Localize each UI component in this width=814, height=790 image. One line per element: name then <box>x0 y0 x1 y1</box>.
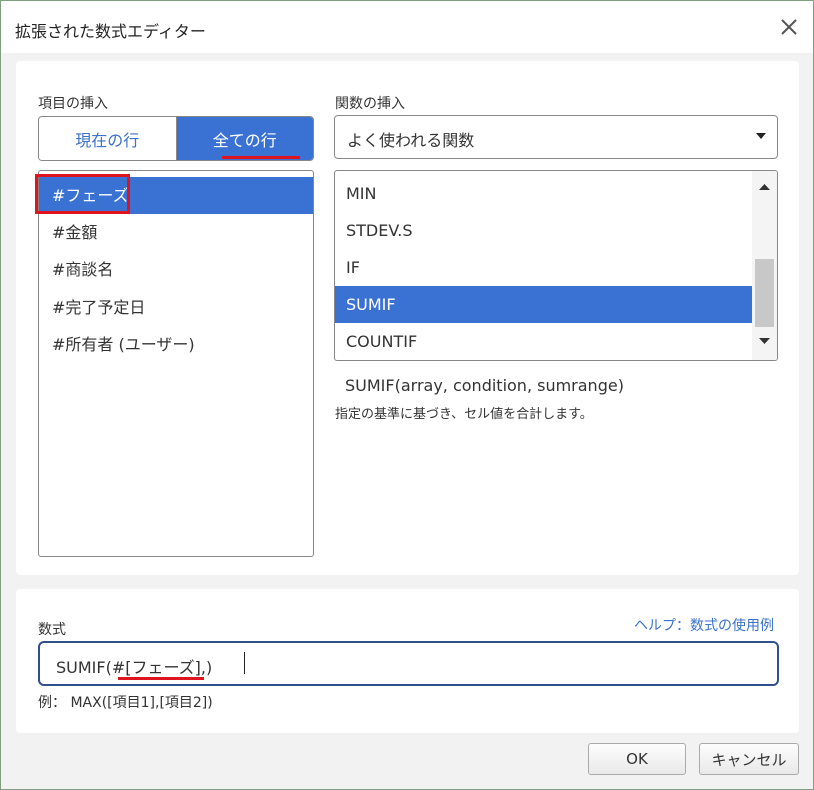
function-description: 指定の基準に基づき、セル値を合計します。 <box>335 407 593 422</box>
function-item[interactable]: SUMIF <box>335 286 752 323</box>
cancel-button[interactable]: キャンセル <box>699 743 799 775</box>
list-item[interactable]: #金額 <box>39 214 313 251</box>
ok-button[interactable]: OK <box>588 743 686 775</box>
scroll-thumb[interactable] <box>755 259 774 327</box>
all-rows-button[interactable]: 全ての行 <box>175 117 313 160</box>
scroll-down-icon[interactable] <box>759 337 770 345</box>
formula-editor-dialog: 拡張された数式エディター 項目の挿入 現在の行 全ての行 #フェーズ #金額 #… <box>0 0 814 790</box>
function-item[interactable]: MIN <box>335 175 752 212</box>
list-item[interactable]: #完了予定日 <box>39 289 313 326</box>
insert-item-label: 項目の挿入 <box>38 96 108 112</box>
scroll-up-icon[interactable] <box>759 183 770 191</box>
function-list: MIN STDEV.S IF SUMIF COUNTIF <box>334 170 778 361</box>
function-signature: SUMIF(array, condition, sumrange) <box>345 376 624 395</box>
title-bar: 拡張された数式エディター <box>1 1 813 53</box>
current-row-button[interactable]: 現在の行 <box>39 117 176 160</box>
formula-example: 例： MAX([項目1],[項目2]) <box>38 695 213 711</box>
item-list: #フェーズ #金額 #商談名 #完了予定日 #所有者 (ユーザー) <box>38 170 314 557</box>
dialog-title: 拡張された数式エディター <box>15 22 206 41</box>
formula-value: SUMIF(#[フェーズ],) <box>56 658 213 677</box>
formula-label: 数式 <box>38 622 66 638</box>
function-category-select[interactable]: よく使われる関数 <box>334 115 778 159</box>
list-item[interactable]: #フェーズ <box>39 177 313 214</box>
function-item[interactable]: IF <box>335 249 752 286</box>
function-list-scrollbar[interactable] <box>752 171 777 360</box>
dropdown-arrow-icon <box>756 133 766 139</box>
close-icon <box>781 19 797 35</box>
list-item[interactable]: #所有者 (ユーザー) <box>39 326 313 363</box>
row-scope-toggle: 現在の行 全ての行 <box>38 116 314 161</box>
highlight-underline <box>118 677 204 680</box>
function-item[interactable]: STDEV.S <box>335 212 752 249</box>
highlight-underline <box>221 156 300 159</box>
insert-function-label: 関数の挿入 <box>335 96 405 112</box>
text-cursor <box>244 652 245 674</box>
close-button[interactable] <box>773 11 805 43</box>
all-rows-label: 全ての行 <box>212 130 277 150</box>
function-item[interactable]: COUNTIF <box>335 323 752 360</box>
function-category-value: よく使われる関数 <box>347 131 475 150</box>
list-item[interactable]: #商談名 <box>39 251 313 288</box>
help-link[interactable]: ヘルプ：数式の使用例 <box>634 615 774 635</box>
